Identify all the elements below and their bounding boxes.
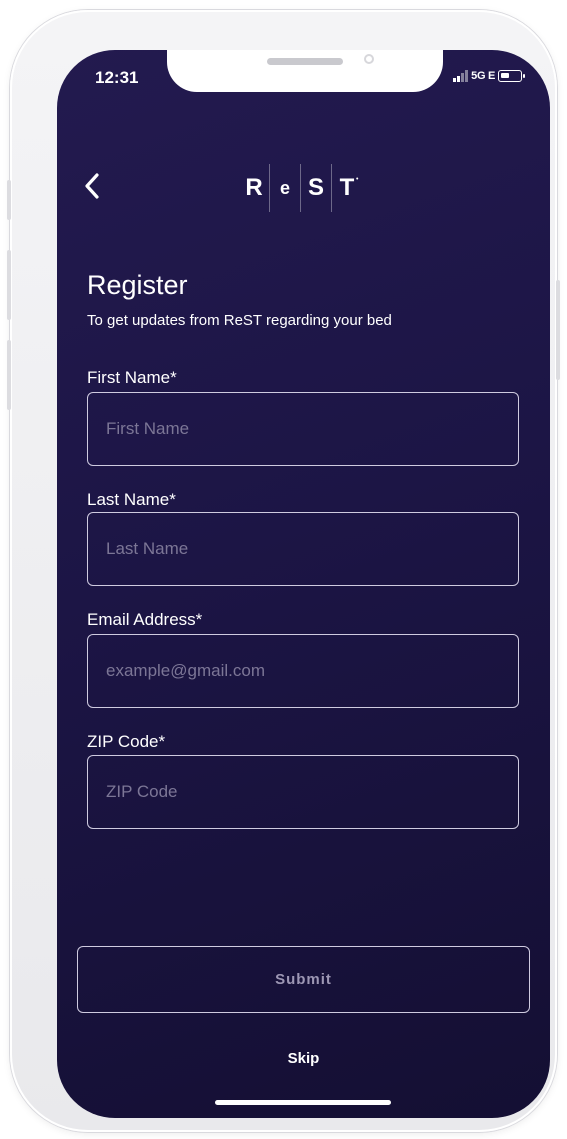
volume-up-button bbox=[7, 250, 11, 320]
status-indicators: 5G E bbox=[453, 70, 525, 82]
skip-link[interactable]: Skip bbox=[57, 1050, 550, 1067]
logo-letter-s: S bbox=[307, 174, 324, 201]
logo-letter-e: e bbox=[279, 177, 290, 198]
volume-down-button bbox=[7, 340, 11, 410]
battery-icon bbox=[498, 70, 525, 82]
first-name-label: First Name* bbox=[87, 368, 177, 387]
power-button bbox=[556, 280, 560, 380]
zip-code-input[interactable] bbox=[87, 755, 519, 829]
email-input[interactable] bbox=[87, 634, 519, 708]
mute-switch bbox=[7, 180, 11, 220]
last-name-input[interactable] bbox=[87, 512, 519, 586]
email-label: Email Address* bbox=[87, 610, 203, 629]
app-screen: 12:31 5G E R e S T • Register To get upd… bbox=[57, 50, 550, 1118]
notch bbox=[167, 50, 443, 92]
last-name-label: Last Name* bbox=[87, 490, 176, 509]
front-camera bbox=[364, 54, 374, 64]
zip-code-label: ZIP Code* bbox=[87, 732, 166, 751]
phone-frame: 12:31 5G E R e S T • Register To get upd… bbox=[7, 10, 560, 1132]
logo-trademark-dot: • bbox=[356, 176, 359, 183]
page-title: Register bbox=[87, 270, 188, 300]
speaker-grille bbox=[267, 58, 343, 65]
back-button[interactable] bbox=[79, 168, 107, 204]
signal-icon bbox=[453, 70, 469, 82]
home-indicator[interactable] bbox=[215, 1100, 391, 1105]
submit-button[interactable]: Submit bbox=[77, 946, 530, 1013]
chevron-left-icon bbox=[85, 173, 99, 199]
rest-logo: R e S T • bbox=[239, 162, 358, 214]
logo-letter-r: R bbox=[245, 174, 263, 201]
status-time: 12:31 bbox=[95, 68, 139, 87]
network-type: 5G E bbox=[471, 70, 495, 82]
page-subtitle: To get updates from ReST regarding your … bbox=[87, 312, 392, 329]
first-name-input[interactable] bbox=[87, 392, 519, 466]
